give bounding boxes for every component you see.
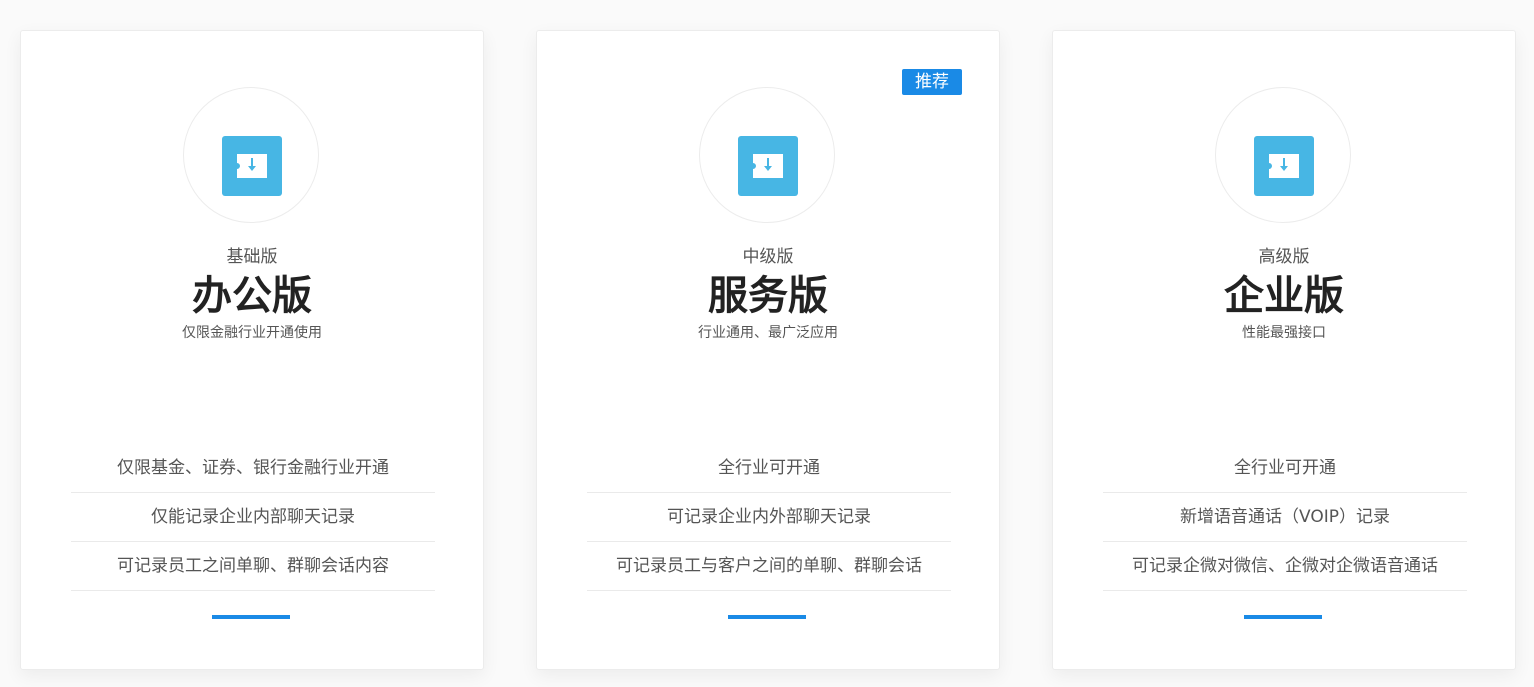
accent-bar [728, 615, 806, 619]
feature-item: 新增语音通话（VOIP）记录 [1103, 493, 1467, 542]
plan-subtitle: 性能最强接口 [1242, 325, 1326, 341]
pricing-plans: 基础版 办公版 仅限金融行业开通使用 仅限基金、证券、银行金融行业开通 仅能记录… [0, 0, 1534, 687]
feature-item: 全行业可开通 [1103, 444, 1467, 493]
feature-item: 可记录企业内外部聊天记录 [587, 493, 951, 542]
box-arrow-down-icon [222, 136, 282, 196]
accent-bar [212, 615, 290, 619]
plan-card-service[interactable]: 推荐 中级版 服务版 行业通用、最广泛应用 全行业可开通 可记录企业内外部聊天记… [536, 30, 1000, 670]
icon-ring [1215, 87, 1351, 223]
plan-name: 服务版 [708, 273, 828, 319]
plan-card-basic[interactable]: 基础版 办公版 仅限金融行业开通使用 仅限基金、证券、银行金融行业开通 仅能记录… [20, 30, 484, 670]
feature-item: 可记录员工之间单聊、群聊会话内容 [71, 542, 435, 591]
feature-item: 仅能记录企业内部聊天记录 [71, 493, 435, 542]
icon-ring [183, 87, 319, 223]
feature-item: 可记录企微对微信、企微对企微语音通话 [1103, 542, 1467, 591]
accent-bar [1244, 615, 1322, 619]
feature-item: 可记录员工与客户之间的单聊、群聊会话 [587, 542, 951, 591]
recommend-badge: 推荐 [902, 69, 962, 95]
feature-item: 全行业可开通 [587, 444, 951, 493]
plan-name: 企业版 [1224, 273, 1344, 319]
plan-tier: 基础版 [226, 247, 278, 267]
feature-item: 仅限基金、证券、银行金融行业开通 [71, 444, 435, 493]
plan-name: 办公版 [192, 273, 312, 319]
plan-tier: 高级版 [1258, 247, 1310, 267]
box-arrow-down-icon [738, 136, 798, 196]
plan-card-enterprise[interactable]: 高级版 企业版 性能最强接口 全行业可开通 新增语音通话（VOIP）记录 可记录… [1052, 30, 1516, 670]
box-arrow-down-icon [1254, 136, 1314, 196]
feature-list: 全行业可开通 新增语音通话（VOIP）记录 可记录企微对微信、企微对企微语音通话 [1103, 444, 1467, 591]
feature-list: 全行业可开通 可记录企业内外部聊天记录 可记录员工与客户之间的单聊、群聊会话 [587, 444, 951, 591]
icon-ring [699, 87, 835, 223]
feature-list: 仅限基金、证券、银行金融行业开通 仅能记录企业内部聊天记录 可记录员工之间单聊、… [71, 444, 435, 591]
plan-subtitle: 仅限金融行业开通使用 [182, 325, 322, 341]
plan-tier: 中级版 [742, 247, 794, 267]
plan-subtitle: 行业通用、最广泛应用 [698, 325, 838, 341]
